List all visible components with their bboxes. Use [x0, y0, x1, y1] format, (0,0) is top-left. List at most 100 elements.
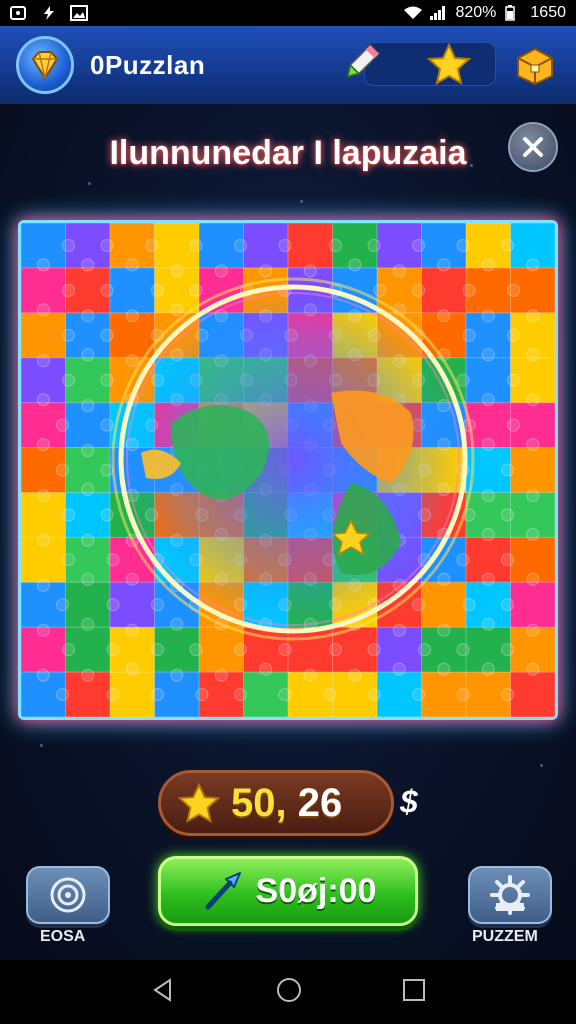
piece-knob [195, 688, 209, 701]
piece-knob [392, 264, 406, 278]
puzzle-piece[interactable] [510, 582, 556, 628]
score-value-main: 50, [231, 780, 287, 825]
piece-knob [100, 508, 114, 522]
piece-knob [36, 303, 50, 317]
piece-knob [125, 623, 139, 637]
home-icon [276, 977, 301, 1002]
gear-icon [490, 875, 530, 915]
piece-knob [81, 572, 95, 586]
puzzle-title: Ilunnunedar I lapuzaia [109, 134, 467, 172]
piece-knob [456, 239, 470, 252]
piece-knob [62, 373, 75, 387]
piece-knob [106, 643, 120, 657]
piece-knob [234, 643, 247, 657]
piece-knob [526, 258, 540, 272]
app-logo-button[interactable] [16, 36, 74, 94]
piece-knob [259, 662, 273, 676]
puzzle-piece[interactable] [510, 447, 556, 493]
notification-icon [10, 5, 28, 21]
piece-knob [526, 393, 540, 407]
piece-knob [481, 489, 495, 502]
clock: 1650 [530, 4, 566, 21]
gem-icon [31, 51, 59, 80]
game-screen: Ilunnunedar I lapuzaia 50, 26 $ EOSA S0ø… [0, 104, 576, 960]
piece-knob [412, 239, 425, 252]
piece-knob [62, 553, 75, 567]
piece-knob [234, 688, 247, 701]
piece-knob [501, 239, 514, 252]
star-icon [426, 42, 472, 86]
piece-knob [36, 489, 50, 502]
play-button[interactable]: S0øj:00 [158, 856, 418, 926]
piece-knob [526, 348, 540, 362]
home-button[interactable] [275, 976, 303, 1009]
piece-knob [259, 264, 273, 278]
piece-knob [125, 258, 139, 272]
puzzle-piece[interactable] [421, 267, 467, 314]
wifi-icon [403, 5, 423, 21]
piece-knob [125, 309, 139, 323]
recents-button[interactable] [402, 978, 426, 1007]
piece-knob [526, 309, 540, 323]
piece-knob [56, 598, 69, 612]
target-icon [50, 877, 86, 913]
piece-knob [462, 598, 476, 612]
close-icon [523, 137, 543, 157]
piece-knob [481, 662, 495, 676]
piece-knob [501, 598, 514, 612]
piece-knob [170, 264, 184, 278]
piece-knob [151, 283, 164, 297]
piece-knob [62, 328, 75, 342]
piece-knob [214, 668, 228, 682]
piece-knob [501, 643, 514, 657]
piece-knob [456, 553, 470, 567]
battery-icon [504, 5, 522, 21]
piece-knob [481, 348, 495, 362]
piece-knob [170, 617, 184, 631]
piece-knob [36, 393, 50, 407]
signal-icon [429, 5, 447, 21]
piece-knob [81, 444, 95, 457]
piece-knob [125, 354, 139, 368]
close-button[interactable] [508, 122, 558, 172]
puzzle-piece[interactable] [510, 672, 556, 717]
piece-knob [81, 399, 95, 413]
piece-knob [481, 309, 495, 323]
piece-knob [367, 643, 381, 657]
chest-button[interactable] [510, 40, 560, 88]
puzzle-piece[interactable] [288, 627, 333, 673]
piece-knob [81, 309, 95, 323]
piece-knob [348, 668, 362, 682]
piece-knob [189, 239, 203, 252]
piece-knob [501, 553, 514, 567]
puzzle-piece[interactable] [288, 223, 333, 269]
piece-knob [278, 239, 292, 252]
piece-knob [106, 553, 120, 567]
puzzle-board[interactable] [18, 220, 558, 720]
puzzle-piece[interactable] [21, 312, 66, 359]
piece-knob [526, 662, 540, 676]
pencil-button[interactable] [338, 40, 384, 86]
puzzle-piece[interactable] [110, 267, 155, 314]
piece-knob [392, 662, 406, 676]
piece-knob [481, 393, 495, 407]
chest-icon [517, 47, 553, 86]
piece-knob [481, 258, 495, 272]
settings-left-button[interactable] [26, 866, 110, 924]
piece-knob [367, 688, 381, 701]
back-button[interactable] [150, 977, 176, 1008]
star-button[interactable] [426, 42, 472, 86]
background-star [88, 182, 91, 185]
settings-right-button[interactable] [468, 866, 552, 924]
puzzle-piece[interactable] [421, 582, 467, 628]
piece-knob [526, 438, 540, 451]
piece-knob [106, 688, 120, 701]
piece-knob [36, 533, 50, 547]
piece-knob [348, 258, 362, 272]
piece-knob [170, 303, 184, 317]
app-title: 0Puzzlan [90, 50, 206, 80]
piece-knob [437, 662, 451, 676]
piece-knob [437, 258, 451, 272]
piece-knob [62, 283, 75, 297]
piece-knob [106, 598, 120, 612]
